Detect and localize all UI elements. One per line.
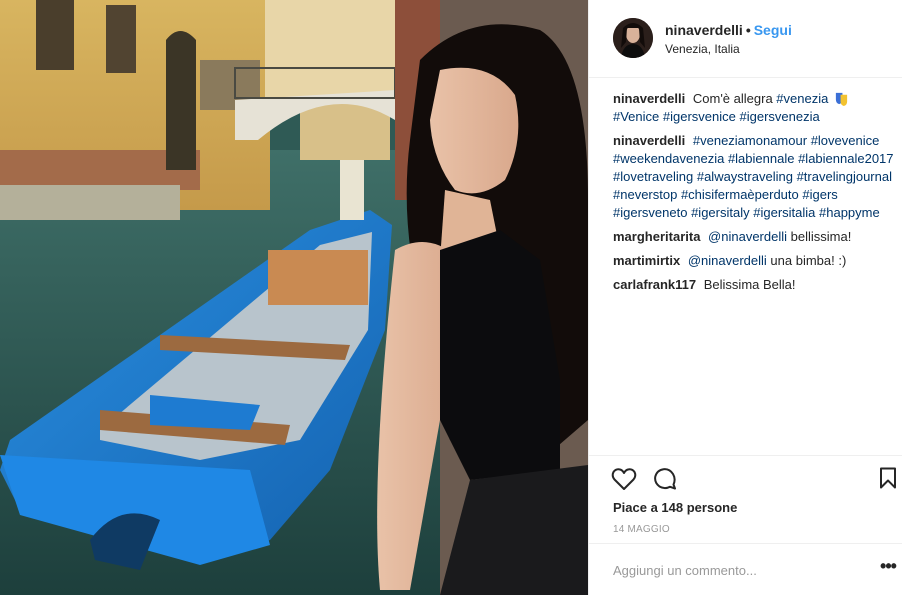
heart-icon[interactable] [611,467,637,491]
hashtag-link[interactable]: #lovevenice [811,133,880,148]
comment-item: martimirtix @ninaverdelli una bimba! :) [613,252,899,270]
mention-link[interactable]: @ninaverdelli [708,229,787,244]
add-comment-bar: ••• [589,543,902,595]
hashtag-link[interactable]: #igersitaly [691,205,750,220]
emoji-badge-icon [835,92,848,106]
hashtag-link[interactable]: #igersvenezia [740,109,820,124]
post-photo-image [0,0,588,595]
hashtag-link[interactable]: #labiennale2017 [798,151,893,166]
comment-username[interactable]: ninaverdelli [613,91,685,106]
hashtag-link[interactable]: #neverstop [613,187,677,202]
comment-item: ninaverdelli Com'è allegra #venezia #Ven… [613,90,899,126]
comment-text: una bimba! :) [770,253,847,268]
bookmark-icon[interactable] [879,467,897,489]
header-username[interactable]: ninaverdelli [665,22,743,38]
hashtag-link[interactable]: #Venice [613,109,659,124]
hashtag-link[interactable]: #happyme [819,205,880,220]
hashtag-link[interactable]: #travelingjournal [797,169,892,184]
comment-text: Belissima Bella! [703,277,796,292]
hashtag-link[interactable]: #igers [802,187,837,202]
comment-username[interactable]: margheritarita [613,229,700,244]
comments-list: ninaverdelli Com'è allegra #venezia #Ven… [613,90,899,300]
comment-text: Com'è allegra [692,91,773,106]
comment-item: ninaverdelli #veneziamonamour #lovevenic… [613,132,899,222]
hashtag-link[interactable]: #venezia [776,91,828,106]
follow-button[interactable]: Segui [754,22,792,38]
hashtag-link[interactable]: #weekendavenezia [613,151,724,166]
hashtag-link[interactable]: #igersvenice [663,109,736,124]
comment-item: margheritarita @ninaverdelli bellissima! [613,228,899,246]
mention-link[interactable]: @ninaverdelli [688,253,767,268]
comment-text: bellissima! [790,229,852,244]
comment-username[interactable]: carlafrank117 [613,277,696,292]
hashtag-link[interactable]: #alwaystraveling [697,169,793,184]
avatar[interactable] [613,18,653,58]
hashtag-link[interactable]: #lovetraveling [613,169,693,184]
post-side-panel: ninaverdelli • Segui Venezia, Italia ninav… [588,0,902,595]
comment-input[interactable] [613,558,853,582]
likes-count[interactable]: Piace a 148 persone [613,500,737,515]
hashtag-link[interactable]: #igersitalia [753,205,815,220]
hashtag-link[interactable]: #igersveneto [613,205,687,220]
comment-icon[interactable] [653,467,677,491]
comment-username[interactable]: martimirtix [613,253,680,268]
more-options-icon[interactable]: ••• [875,557,901,582]
post-date: 14 MAGGIO [613,524,670,535]
location-link[interactable]: Venezia, Italia [665,42,740,56]
post-header: ninaverdelli • Segui Venezia, Italia [589,0,902,78]
comment-item: carlafrank117 Belissima Bella! [613,276,899,294]
hashtag-link[interactable]: #labiennale [728,151,795,166]
hashtag-link[interactable]: #veneziamonamour [693,133,807,148]
avatar-image [613,18,653,58]
hashtag-link[interactable]: #chisifermaèperduto [681,187,799,202]
header-separator: • [745,22,751,38]
post-photo[interactable] [0,0,588,595]
comment-username[interactable]: ninaverdelli [613,133,685,148]
post-actions: Piace a 148 persone 14 MAGGIO ••• [589,455,902,595]
